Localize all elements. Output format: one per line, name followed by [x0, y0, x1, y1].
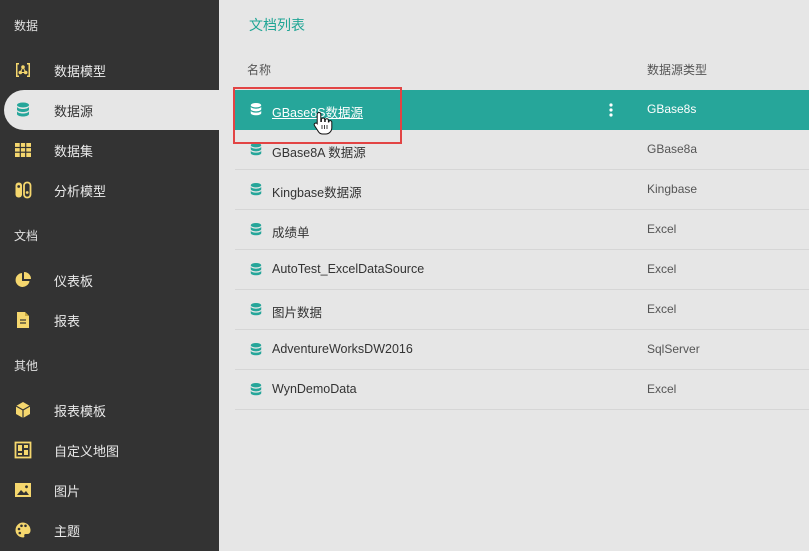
database-icon: [14, 101, 32, 119]
table-row[interactable]: AdventureWorksDW2016 SqlServer: [235, 330, 809, 370]
cube-icon: [14, 401, 32, 419]
row-name[interactable]: 图片数据: [272, 302, 322, 321]
sidebar-item-dashboard[interactable]: 仪表板: [0, 260, 219, 300]
row-type: Excel: [647, 222, 677, 236]
row-name[interactable]: 成绩单: [272, 222, 310, 241]
row-type: SqlServer: [647, 342, 700, 356]
sidebar-item-label: 报表: [54, 313, 81, 329]
column-header-name[interactable]: 名称: [247, 61, 271, 78]
more-vertical-icon[interactable]: [607, 101, 615, 119]
database-icon: [250, 183, 262, 196]
database-icon: [250, 223, 262, 236]
database-icon: [250, 303, 262, 316]
table-row[interactable]: Kingbase数据源 Kingbase: [235, 170, 809, 210]
row-name[interactable]: AutoTest_ExcelDataSource: [272, 262, 424, 276]
sidebar-item-label: 仪表板: [54, 273, 94, 289]
row-name[interactable]: GBase8A 数据源: [272, 142, 366, 161]
column-header-type[interactable]: 数据源类型: [647, 61, 707, 78]
table-row[interactable]: 成绩单 Excel: [235, 210, 809, 250]
sidebar-item-report-template[interactable]: 报表模板: [0, 390, 219, 430]
row-type: Excel: [647, 302, 677, 316]
sidebar: 数据 数据模型 数据源 数据集 分析模型 文档 仪表板 报表 其他 报表模板 自…: [0, 0, 219, 551]
table-row[interactable]: GBase8A 数据源 GBase8a: [235, 130, 809, 170]
row-name[interactable]: Kingbase数据源: [272, 182, 362, 201]
sidebar-item-label: 图片: [54, 483, 81, 499]
sidebar-item-label: 数据集: [54, 143, 94, 159]
database-icon: [250, 383, 262, 396]
sidebar-item-label: 主题: [54, 523, 81, 539]
section-title-docs: 文档: [14, 229, 39, 243]
table-row[interactable]: WynDemoData Excel: [235, 370, 809, 410]
switch-icon: [14, 181, 32, 199]
pie-chart-icon: [14, 271, 32, 289]
section-title-data: 数据: [14, 19, 39, 33]
sidebar-item-datasource[interactable]: 数据源: [4, 90, 219, 130]
sidebar-item-theme[interactable]: 主题: [0, 510, 219, 550]
table-row[interactable]: AutoTest_ExcelDataSource Excel: [235, 250, 809, 290]
database-icon: [250, 263, 262, 276]
sidebar-item-custom-map[interactable]: 自定义地图: [0, 430, 219, 470]
database-icon: [250, 343, 262, 356]
sidebar-item-analysis-model[interactable]: 分析模型: [0, 170, 219, 210]
hand-pointer-icon: [313, 111, 333, 135]
section-title-other: 其他: [14, 359, 39, 373]
row-type: GBase8a: [647, 142, 698, 156]
row-type: Excel: [647, 382, 677, 396]
image-icon: [14, 481, 32, 499]
document-icon: [14, 311, 32, 329]
sidebar-item-label: 报表模板: [54, 403, 107, 419]
sidebar-item-report[interactable]: 报表: [0, 300, 219, 340]
document-list-panel: 文档列表 名称 数据源类型 GBase8S数据源 GBase8s GBase8A…: [219, 0, 809, 551]
data-model-icon: [14, 61, 32, 79]
sidebar-item-label: 数据源: [54, 103, 94, 119]
sidebar-item-label: 自定义地图: [54, 443, 120, 459]
row-type: GBase8s: [647, 102, 697, 116]
row-name[interactable]: AdventureWorksDW2016: [272, 342, 413, 356]
grid-table-icon: [14, 141, 32, 159]
sidebar-item-image[interactable]: 图片: [0, 470, 219, 510]
sidebar-item-dataset[interactable]: 数据集: [0, 130, 219, 170]
sidebar-item-data-model[interactable]: 数据模型: [0, 50, 219, 90]
sidebar-item-label: 分析模型: [54, 183, 107, 199]
map-layout-icon: [14, 441, 32, 459]
database-icon: [250, 103, 262, 116]
row-type: Kingbase: [647, 182, 698, 196]
sidebar-item-label: 数据模型: [54, 63, 107, 79]
database-icon: [250, 143, 262, 156]
row-type: Excel: [647, 262, 677, 276]
row-name[interactable]: WynDemoData: [272, 382, 357, 396]
table-row[interactable]: 图片数据 Excel: [235, 290, 809, 330]
palette-icon: [14, 521, 32, 539]
page-title: 文档列表: [249, 17, 305, 33]
